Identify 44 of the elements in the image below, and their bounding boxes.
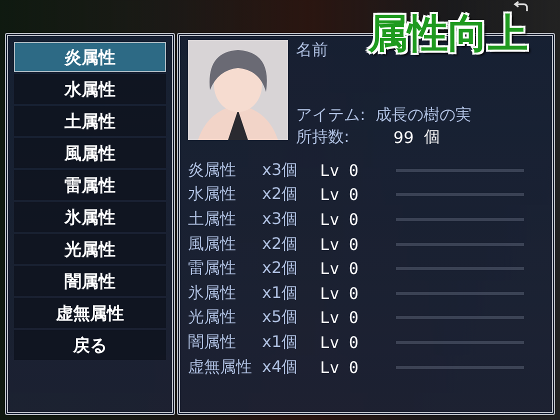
menu-item[interactable]: 虚無属性 (14, 298, 166, 328)
attribute-level: Lv 0 (320, 308, 360, 328)
attribute-cost: x1個 (262, 282, 299, 304)
attribute-level: Lv 0 (320, 332, 360, 352)
menu-item[interactable]: 氷属性 (14, 202, 166, 232)
attribute-cost: x3個 (262, 160, 299, 181)
attribute-name: 闇属性 (188, 332, 237, 353)
menu-item[interactable]: 炎属性 (14, 42, 166, 72)
attribute-name: 土属性 (188, 208, 237, 230)
attribute-level: Lv 0 (320, 160, 360, 180)
menu-item[interactable]: 雷属性 (14, 170, 166, 200)
attribute-level: Lv 0 (320, 185, 360, 204)
attribute-level: Lv 0 (320, 259, 360, 278)
attribute-cost: x3個 (262, 208, 299, 230)
attribute-cost: x2個 (262, 234, 299, 255)
menu-item[interactable]: 戻る (14, 330, 166, 360)
count-unit: 個 (424, 126, 440, 148)
attribute-name: 雷属性 (188, 258, 237, 280)
menu-item[interactable]: 風属性 (14, 138, 166, 168)
menu-item[interactable]: 水属性 (14, 74, 166, 104)
attribute-level: Lv 0 (320, 284, 360, 303)
attribute-level: Lv 0 (320, 358, 360, 377)
item-value: 成長の樹の実 (375, 105, 472, 126)
attribute-cost: x5個 (262, 307, 299, 328)
attribute-level: Lv 0 (320, 234, 360, 254)
item-label: アイテム: (296, 105, 366, 126)
menu-item[interactable]: 土属性 (14, 106, 166, 136)
attribute-name: 光属性 (188, 307, 237, 328)
attribute-name: 虚無属性 (188, 356, 253, 378)
attribute-name: 氷属性 (188, 282, 237, 304)
attribute-cost: x2個 (262, 184, 299, 206)
attribute-name: 炎属性 (188, 160, 237, 181)
menu-item[interactable]: 闇属性 (14, 266, 166, 296)
count-label: 所持数: (296, 126, 350, 148)
count-value: 99 (393, 128, 414, 147)
attribute-level: Lv 0 (320, 210, 360, 229)
attribute-cost: x4個 (262, 356, 299, 378)
attribute-name: 風属性 (188, 234, 237, 255)
name-label: 名前 (296, 40, 328, 62)
attribute-name: 水属性 (188, 184, 237, 206)
back-arrow-icon[interactable] (512, 0, 530, 12)
menu-item[interactable]: 光属性 (14, 234, 166, 264)
attribute-cost: x2個 (262, 258, 299, 280)
attribute-cost: x1個 (262, 332, 299, 353)
